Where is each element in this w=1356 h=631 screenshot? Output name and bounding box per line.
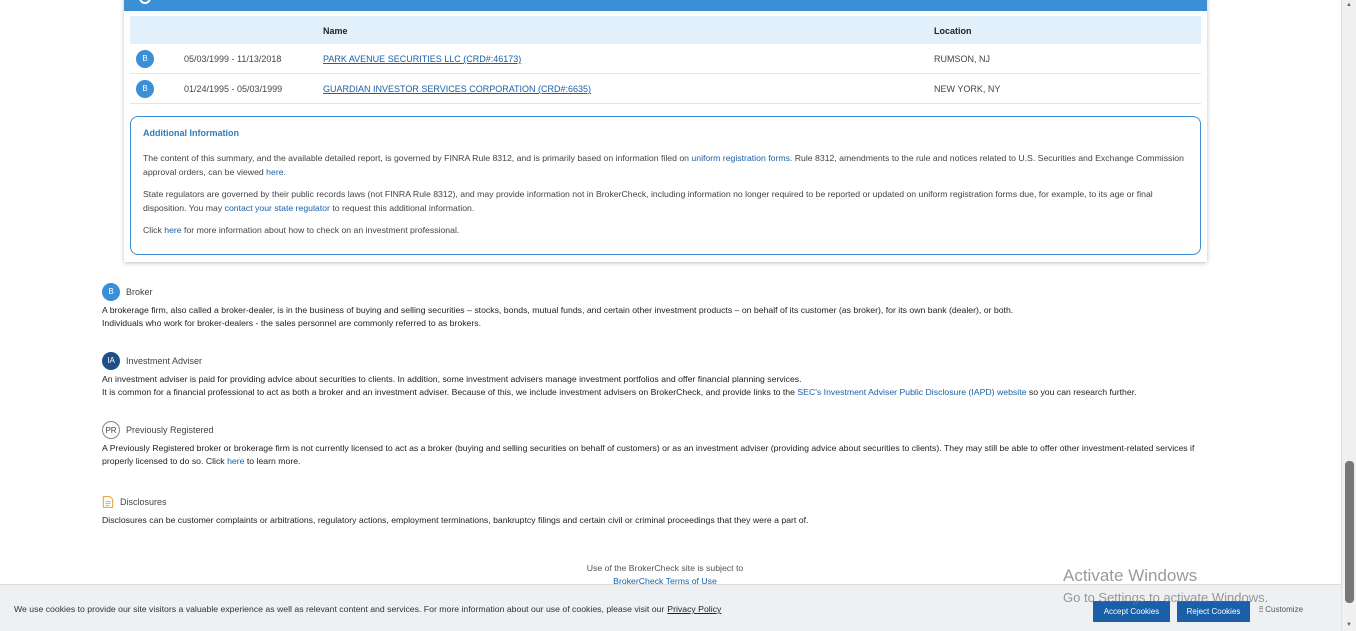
card-header-bar	[124, 0, 1207, 11]
table-row: B 05/03/1999 - 11/13/2018 PARK AVENUE SE…	[130, 44, 1201, 74]
info-paragraph-click-here: Click here for more information about ho…	[143, 225, 460, 235]
legend-investment-adviser: IA Investment Adviser An investment advi…	[102, 352, 1217, 399]
iapd-website-link[interactable]: SEC's Investment Adviser Public Disclosu…	[797, 387, 1026, 397]
firm-link[interactable]: GUARDIAN INVESTOR SERVICES CORPORATION (…	[323, 84, 591, 94]
investment-professional-here-link[interactable]: here	[164, 225, 181, 235]
legend-title: Disclosures	[120, 497, 167, 507]
investment-adviser-icon: IA	[102, 352, 120, 370]
scrollbar-thumb[interactable]	[1345, 461, 1354, 603]
legend-broker: B Broker A brokerage firm, also called a…	[102, 283, 1217, 330]
legend-title: Broker	[126, 287, 153, 297]
scroll-down-icon[interactable]: ▼	[1346, 622, 1352, 628]
column-header-location: Location	[934, 26, 972, 36]
contact-state-regulator-link[interactable]: contact your state regulator	[225, 203, 330, 213]
page-scrollbar[interactable]: ▲ ▼	[1341, 0, 1356, 631]
legend-title: Investment Adviser	[126, 356, 203, 366]
broker-icon: B	[102, 283, 120, 301]
legend-text: A brokerage firm, also called a broker-d…	[102, 305, 1014, 315]
column-header-name: Name	[323, 26, 348, 36]
broker-badge: B	[136, 80, 154, 98]
legend-text: Disclosures can be customer complaints o…	[102, 515, 809, 525]
uniform-registration-forms-link[interactable]: uniform registration forms	[691, 153, 790, 163]
row-dates: 01/24/1995 - 05/03/1999	[184, 84, 283, 94]
gear-icon	[139, 0, 151, 4]
additional-information-box: Additional Information The content of th…	[130, 116, 1201, 255]
customize-button[interactable]: ⫶⫶ Customize	[1259, 605, 1303, 615]
legend-text: An investment adviser is paid for provid…	[102, 374, 802, 384]
previously-registered-icon: PR	[102, 421, 120, 439]
scroll-up-icon[interactable]: ▲	[1346, 2, 1352, 8]
row-dates: 05/03/1999 - 11/13/2018	[184, 54, 282, 64]
info-paragraph-rule-8312: The content of this summary, and the ava…	[143, 153, 1184, 177]
table-row: B 01/24/1995 - 05/03/1999 GUARDIAN INVES…	[130, 74, 1201, 104]
cookie-text: We use cookies to provide our site visit…	[14, 604, 722, 614]
activate-windows-subtitle: Go to Settings to activate Windows.	[1063, 590, 1269, 605]
registration-history-card: Name Location B 05/03/1999 - 11/13/2018 …	[124, 0, 1207, 262]
learn-more-here-link[interactable]: here	[227, 456, 244, 466]
table-header: Name Location	[130, 16, 1201, 44]
broker-badge: B	[136, 50, 154, 68]
activate-windows-title: Activate Windows	[1063, 566, 1198, 585]
additional-information-title: Additional Information	[143, 128, 239, 138]
privacy-policy-link[interactable]: Privacy Policy	[667, 604, 721, 614]
legend-text: Individuals who work for broker-dealers …	[102, 318, 482, 328]
row-location: NEW YORK, NY	[934, 84, 1001, 94]
sliders-icon: ⫶⫶	[1259, 605, 1263, 614]
legend-previously-registered: PR Previously Registered A Previously Re…	[102, 421, 1217, 468]
firm-link[interactable]: PARK AVENUE SECURITIES LLC (CRD#:46173)	[323, 54, 521, 64]
row-location: RUMSON, NJ	[934, 54, 990, 64]
legend-text: A Previously Registered broker or broker…	[102, 443, 1195, 466]
document-icon	[102, 496, 114, 508]
page: Name Location B 05/03/1999 - 11/13/2018 …	[0, 0, 1341, 631]
legend-text: It is common for a financial professiona…	[102, 387, 1137, 397]
rule-8312-here-link[interactable]: here	[266, 167, 283, 177]
legend-title: Previously Registered	[126, 425, 214, 435]
legend-disclosures: Disclosures Disclosures can be customer …	[102, 493, 1217, 527]
info-paragraph-state-regulators: State regulators are governed by their p…	[143, 189, 1153, 213]
